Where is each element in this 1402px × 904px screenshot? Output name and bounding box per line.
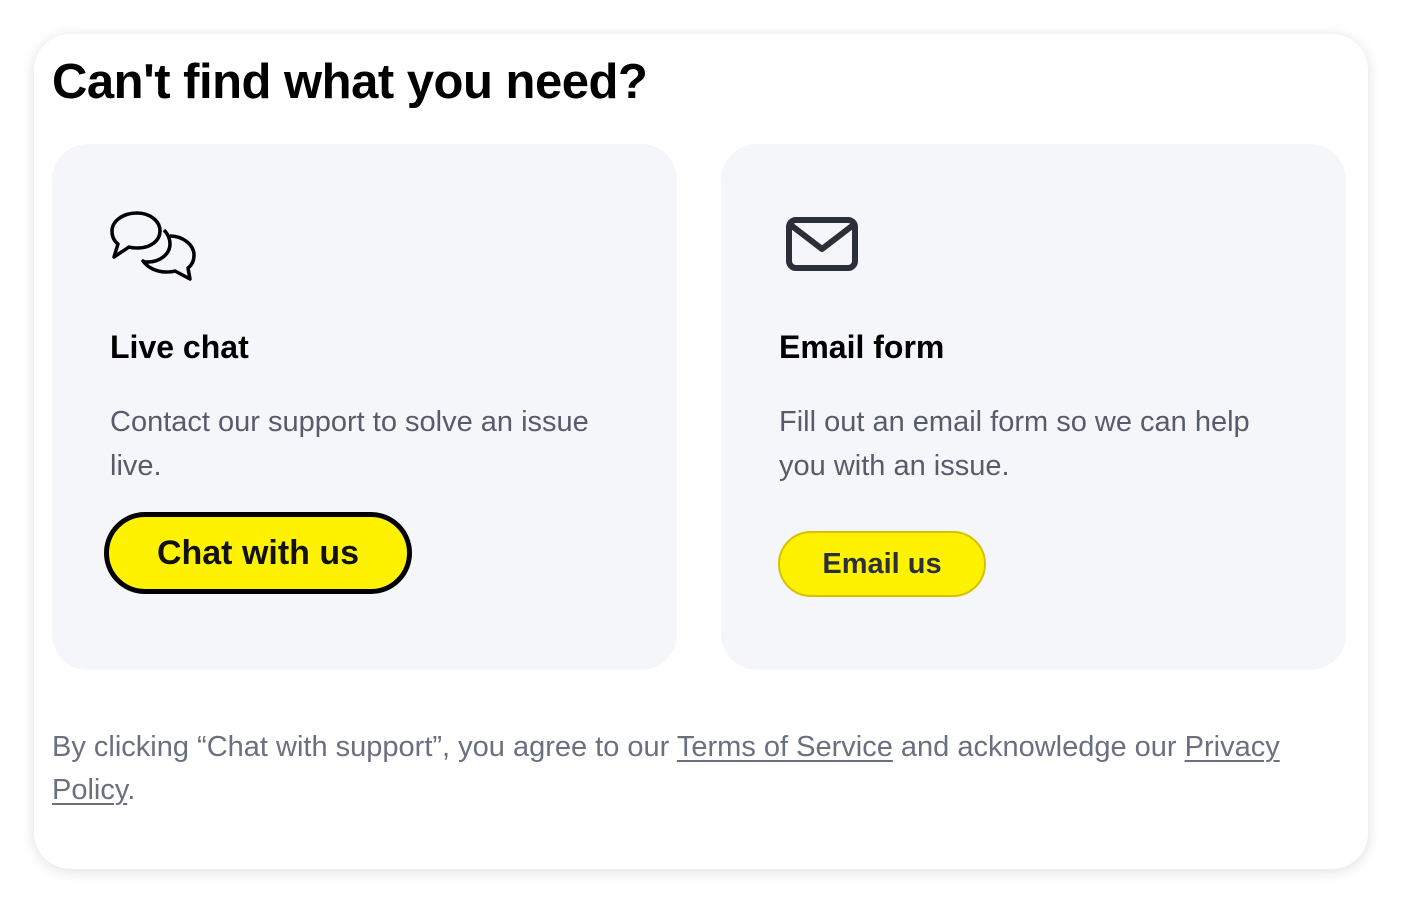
chat-bubbles-icon: [110, 211, 196, 281]
email-us-button[interactable]: Email us: [778, 531, 986, 597]
legal-disclaimer: By clicking “Chat with support”, you agr…: [52, 726, 1342, 812]
email-form-title: Email form: [779, 329, 945, 365]
page-title: Can't find what you need?: [52, 55, 648, 109]
live-chat-title: Live chat: [110, 329, 249, 365]
email-form-description: Fill out an email form so we can help yo…: [779, 406, 1250, 482]
live-chat-card: Live chat Contact our support to solve a…: [52, 144, 677, 670]
envelope-icon: [786, 217, 858, 271]
chat-with-us-button[interactable]: Chat with us: [104, 512, 412, 594]
support-panel: Can't find what you need? Live chat Cont…: [34, 34, 1368, 869]
legal-suffix-text: .: [127, 774, 136, 806]
email-form-card: Email form Fill out an email form so we …: [721, 144, 1346, 670]
legal-prefix-text: By clicking “Chat with support”, you agr…: [52, 731, 677, 763]
terms-of-service-link[interactable]: Terms of Service: [677, 731, 893, 763]
live-chat-description: Contact our support to solve an issue li…: [110, 406, 589, 482]
legal-middle-text: and acknowledge our: [892, 731, 1185, 763]
